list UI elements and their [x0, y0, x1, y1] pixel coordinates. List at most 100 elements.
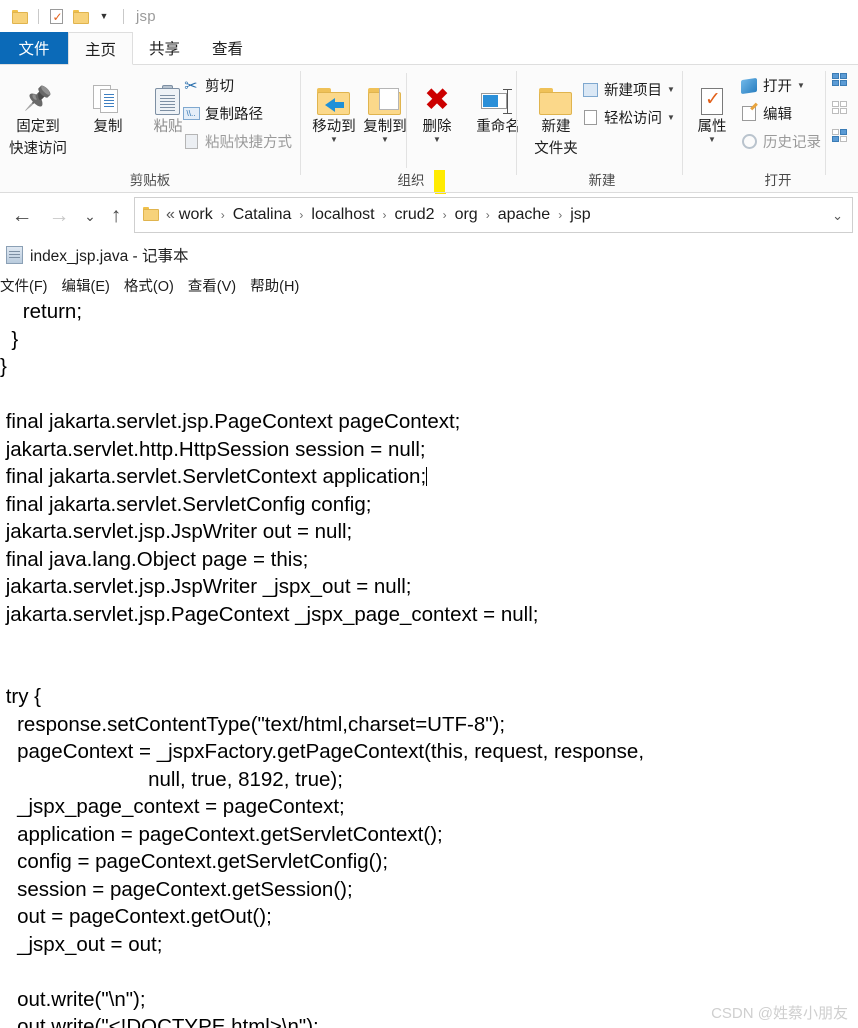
new-item-label: 新建项目 — [604, 83, 662, 99]
breadcrumb-item-catalina[interactable]: Catalina — [231, 206, 294, 224]
breadcrumb-item-org[interactable]: org — [453, 206, 480, 224]
notepad-title-label: index_jsp.java - 记事本 — [30, 248, 189, 265]
breadcrumb-item-localhost[interactable]: localhost — [309, 206, 376, 224]
edit-button[interactable]: 编辑 — [738, 101, 792, 126]
chevron-down-icon[interactable]: ▼ — [667, 85, 675, 94]
address-bar: ← → ⌄ ↑ « work › Catalina › localhost › … — [0, 194, 858, 238]
paste-shortcut-label: 粘贴快捷方式 — [205, 135, 292, 151]
breadcrumb-item-work[interactable]: work — [177, 206, 215, 224]
up-arrow-icon: ↑ — [110, 204, 122, 227]
recent-locations-button[interactable]: ⌄ — [76, 202, 104, 230]
divider — [123, 8, 124, 24]
select-none-icon[interactable] — [832, 101, 850, 117]
cut-label: 剪切 — [205, 79, 234, 95]
watermark: CSDN @姓蔡小朋友 — [711, 1005, 848, 1022]
ribbon-group-organize: 移动到 ▼ 复制到 ▼ ✖ 删除 ▼ 重命名 组织 — [301, 65, 520, 193]
forward-button[interactable]: → — [45, 202, 73, 230]
properties-icon[interactable]: ✓ — [45, 5, 67, 27]
ribbon-group-select — [832, 65, 858, 193]
pin-label: 固定到 — [16, 119, 60, 135]
easy-access-button[interactable]: 轻松访问 ▼ — [579, 105, 675, 130]
menu-view[interactable]: 查看(V) — [188, 275, 236, 296]
cut-button[interactable]: ✂ 剪切 — [180, 73, 234, 98]
breadcrumb-overflow[interactable]: « — [164, 206, 177, 224]
tab-share[interactable]: 共享 — [133, 32, 196, 64]
history-button[interactable]: 历史记录 — [738, 129, 821, 154]
chevron-down-icon[interactable]: ▼ — [93, 5, 115, 27]
explorer-title-bar: ✓ ▼ jsp — [0, 0, 858, 32]
up-button[interactable]: ↑ — [102, 202, 130, 230]
delete-x-icon: ✖ — [424, 82, 450, 117]
copy-path-icon: \\.. — [180, 107, 202, 120]
menu-edit[interactable]: 编辑(E) — [62, 275, 110, 296]
chevron-down-icon[interactable]: ▼ — [406, 136, 468, 144]
chevron-right-icon: › — [220, 208, 225, 222]
chevron-right-icon: › — [299, 208, 304, 222]
paste-shortcut-button[interactable]: 粘贴快捷方式 — [180, 129, 292, 154]
tab-home[interactable]: 主页 — [68, 32, 134, 65]
tab-file-label: 文件 — [18, 41, 50, 58]
properties-icon: ✓ — [686, 69, 738, 115]
new-item-button[interactable]: 新建项目 ▼ — [579, 77, 675, 102]
notepad-title-bar: index_jsp.java - 记事本 — [6, 244, 189, 266]
tab-share-label: 共享 — [149, 41, 181, 58]
tab-file[interactable]: 文件 — [0, 32, 68, 64]
forward-arrow-icon: → — [48, 204, 70, 227]
new-folder-icon[interactable] — [69, 5, 91, 27]
code-line: session = pageContext.getSession(); — [0, 877, 353, 901]
breadcrumb[interactable]: « work › Catalina › localhost › crud2 › … — [134, 197, 853, 233]
properties-button[interactable]: ✓ 属性 ▼ — [686, 69, 738, 144]
code-line: jakarta.servlet.http.HttpSession session… — [0, 437, 426, 461]
folder-icon — [143, 206, 159, 224]
chevron-down-icon[interactable]: ▼ — [686, 136, 738, 144]
new-item-icon — [579, 82, 601, 97]
group-label-open: 打开 — [764, 173, 792, 188]
pin-label2: 快速访问 — [9, 141, 67, 157]
code-line: jakarta.servlet.jsp.PageContext _jspx_pa… — [0, 602, 539, 626]
new-folder-label2: 文件夹 — [534, 141, 578, 157]
copy-path-button[interactable]: \\.. 复制路径 — [180, 101, 263, 126]
chevron-down-icon[interactable]: ▼ — [667, 113, 675, 122]
back-button[interactable]: ← — [8, 202, 36, 230]
delete-button[interactable]: ✖ 删除 ▼ — [406, 69, 468, 144]
open-button[interactable]: 打开 ▼ — [738, 73, 805, 98]
breadcrumb-item-crud2[interactable]: crud2 — [393, 206, 437, 224]
paste-shortcut-icon — [180, 134, 202, 149]
window-title: jsp — [136, 7, 156, 25]
tab-view[interactable]: 查看 — [196, 32, 259, 64]
highlight-mark — [434, 170, 445, 192]
group-label-clipboard: 剪贴板 — [129, 173, 171, 188]
code-line: return; — [0, 300, 83, 323]
code-line: final jakarta.servlet.jsp.PageContext pa… — [0, 410, 461, 433]
back-arrow-icon: ← — [11, 204, 33, 227]
code-line: final jakarta.servlet.ServletConfig conf… — [0, 492, 372, 516]
new-folder-button[interactable]: 新建 文件夹 — [525, 69, 587, 159]
scissors-icon: ✂ — [184, 77, 198, 95]
menu-help[interactable]: 帮助(H) — [250, 275, 299, 296]
code-line: final java.lang.Object page = this; — [0, 547, 309, 571]
chevron-down-icon[interactable]: ⌄ — [832, 208, 843, 224]
easy-access-icon — [579, 110, 601, 125]
copy-button[interactable]: 复制 — [77, 69, 139, 137]
chevron-down-icon: ⌄ — [84, 207, 96, 224]
select-all-icon[interactable] — [832, 73, 850, 89]
ribbon-tab-bar: 文件 主页 共享 查看 — [0, 32, 858, 65]
notepad-menu-bar: 文件(F) 编辑(E) 格式(O) 查看(V) 帮助(H) — [0, 273, 858, 298]
code-line: } — [0, 327, 19, 351]
code-line: jakarta.servlet.jsp.JspWriter out = null… — [0, 520, 353, 543]
invert-selection-icon[interactable] — [832, 129, 850, 145]
pin-to-quick-access-button[interactable]: 固定到 快速访问 — [7, 69, 69, 159]
menu-format[interactable]: 格式(O) — [124, 275, 174, 296]
notepad-text-area[interactable]: return; }} final jakarta.servlet.jsp.Pag… — [0, 298, 858, 1028]
menu-file[interactable]: 文件(F) — [0, 275, 48, 296]
code-line: jakarta.servlet.jsp.JspWriter _jspx_out … — [0, 575, 412, 598]
code-line: null, true, 8192, true); — [0, 767, 343, 791]
breadcrumb-item-apache[interactable]: apache — [496, 206, 553, 224]
code-line: response.setContentType("text/html,chars… — [0, 712, 506, 736]
chevron-down-icon[interactable]: ▼ — [797, 81, 805, 90]
breadcrumb-item-jsp[interactable]: jsp — [568, 206, 592, 224]
